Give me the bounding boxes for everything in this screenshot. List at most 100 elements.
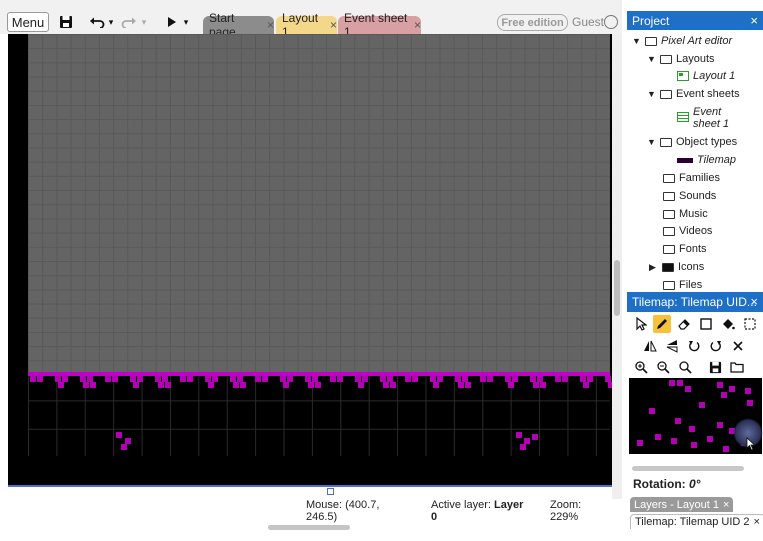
tile: [116, 432, 122, 438]
zoom-in-icon[interactable]: [632, 358, 650, 376]
fill-icon[interactable]: [719, 315, 737, 333]
expand-icon[interactable]: ▼: [632, 36, 641, 46]
tile: [105, 376, 111, 382]
tile: [516, 432, 522, 438]
tree-item-event-sheet-1[interactable]: Event sheet 1: [677, 106, 733, 132]
tree-item-fonts[interactable]: Fonts: [663, 241, 707, 257]
tile: [533, 382, 539, 388]
layout-grid: [28, 34, 610, 372]
tab-start-page[interactable]: Start page ×: [203, 11, 274, 39]
tree-item-icons[interactable]: ▶ Icons: [649, 259, 704, 275]
resize-handle[interactable]: [327, 488, 334, 495]
user-icon[interactable]: [604, 15, 618, 29]
vertical-scrollbar[interactable]: [614, 260, 620, 316]
play-dropdown-icon[interactable]: ▾: [182, 12, 190, 32]
tree-item-files[interactable]: Files: [663, 277, 702, 290]
folder-icon: [663, 226, 675, 236]
close-icon[interactable]: ×: [330, 18, 337, 32]
flip-icon[interactable]: [663, 337, 681, 355]
tree-label: Pixel Art editor: [661, 35, 733, 47]
pencil-icon[interactable]: [653, 315, 671, 333]
tile: [649, 408, 655, 414]
rotate-cw-icon[interactable]: [707, 337, 725, 355]
tree-label: Music: [679, 208, 708, 220]
expand-icon[interactable]: ▼: [647, 54, 656, 64]
tree-item-music[interactable]: Music: [663, 206, 708, 222]
collapse-icon[interactable]: ▶: [649, 262, 658, 273]
tile: [83, 382, 89, 388]
tab-layout-1[interactable]: Layout 1 ×: [276, 11, 337, 39]
folder-icon: [645, 36, 657, 46]
tile: [233, 382, 239, 388]
tree-item-project[interactable]: ▼ Pixel Art editor: [632, 33, 732, 49]
folder-icon: [662, 262, 674, 272]
tab-label: Tilemap: Tilemap UID 2: [635, 516, 750, 528]
eraser-icon[interactable]: [675, 315, 693, 333]
tile: [675, 418, 681, 424]
close-icon[interactable]: ×: [750, 13, 758, 28]
tile: [412, 376, 418, 382]
tile: [262, 376, 268, 382]
expand-icon[interactable]: ▼: [647, 137, 656, 147]
folder-icon: [663, 191, 675, 201]
tile: [90, 382, 96, 388]
save-icon[interactable]: [706, 358, 724, 376]
horizontal-scrollbar[interactable]: [268, 525, 350, 530]
close-icon[interactable]: ×: [414, 18, 421, 32]
folder-icon: [663, 173, 675, 183]
tree-item-layouts[interactable]: ▼ Layouts: [647, 51, 715, 67]
zoom-out-icon[interactable]: [654, 358, 672, 376]
tree-label: Layout 1: [693, 70, 736, 82]
tree-item-event-sheets[interactable]: ▼ Event sheets: [647, 86, 740, 102]
tile: [583, 382, 589, 388]
zoom-reset-icon[interactable]: [676, 358, 694, 376]
edition-badge[interactable]: Free edition: [497, 14, 568, 31]
menu-button[interactable]: Menu: [7, 12, 49, 32]
tile: [655, 434, 661, 440]
tile: [745, 388, 751, 394]
tile: [707, 436, 713, 442]
cross-icon[interactable]: [729, 337, 747, 355]
tree-label: Tilemap: [697, 154, 737, 166]
layout-canvas[interactable]: [8, 34, 612, 486]
close-icon[interactable]: ×: [750, 294, 758, 309]
tree-item-object-types[interactable]: ▼ Object types: [647, 134, 737, 150]
folder-icon: [660, 54, 672, 64]
play-icon[interactable]: [165, 12, 179, 32]
tile: [308, 382, 314, 388]
arrow-icon[interactable]: [632, 315, 650, 333]
tree-label: Icons: [678, 261, 705, 273]
rotate-ccw-icon[interactable]: [685, 337, 703, 355]
tree-item-layout-1[interactable]: Layout 1: [677, 68, 735, 84]
tree-item-families[interactable]: Families: [663, 170, 720, 186]
layout-boundary: [8, 485, 612, 487]
tab-tilemap[interactable]: Tilemap: Tilemap UID 2 ×: [630, 514, 763, 529]
expand-icon[interactable]: ▼: [647, 89, 656, 99]
redo-dropdown-icon[interactable]: ▾: [140, 12, 148, 32]
tab-layers[interactable]: Layers - Layout 1 ×: [630, 497, 734, 512]
redo-icon[interactable]: [120, 12, 138, 32]
folder-icon[interactable]: [728, 358, 746, 376]
undo-icon[interactable]: [88, 12, 106, 32]
user-name[interactable]: Guest: [572, 15, 604, 29]
tree-item-videos[interactable]: Videos: [663, 223, 712, 239]
tree-label: Sounds: [679, 190, 717, 202]
close-icon[interactable]: ×: [723, 499, 729, 511]
tileset-scrollbar[interactable]: [632, 466, 744, 471]
tree-item-sounds[interactable]: Sounds: [663, 188, 716, 204]
tile: [729, 386, 735, 392]
marquee-icon[interactable]: [741, 315, 759, 333]
tree-item-tilemap[interactable]: Tilemap: [677, 152, 736, 168]
close-icon[interactable]: ×: [754, 516, 760, 528]
rectangle-icon[interactable]: [697, 315, 715, 333]
tile: [433, 382, 439, 388]
save-icon[interactable]: [58, 12, 74, 32]
tile: [358, 382, 364, 388]
tree-label: Object types: [676, 136, 738, 148]
tile: [747, 400, 753, 406]
mouse-pointer-icon: [746, 437, 756, 454]
undo-dropdown-icon[interactable]: ▾: [107, 12, 115, 32]
tab-event-sheet-1[interactable]: Event sheet 1 ×: [338, 11, 421, 39]
close-icon[interactable]: ×: [267, 18, 274, 32]
mirror-icon[interactable]: [641, 337, 659, 355]
